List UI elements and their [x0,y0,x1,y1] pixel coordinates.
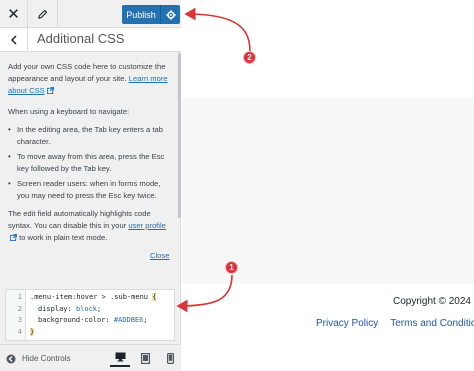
line-number: 2 [17,304,22,313]
copyright-text: Copyright © 2024 [393,296,471,307]
user-profile-link[interactable]: user profile [128,221,166,230]
annotation-badge-1: 1 [225,261,238,274]
css-value: #ADDBE6 [113,316,144,324]
external-link-icon [46,87,54,94]
footer-links: Privacy Policy Terms and Conditions [316,318,474,329]
preview-desktop-button[interactable] [110,349,130,367]
mobile-icon [166,352,174,364]
hide-controls-icon [6,354,16,363]
desktop-icon [115,352,125,362]
customizer-footer: Hide Controls [0,344,181,371]
sidebar-scrollbar[interactable] [178,53,181,218]
publish-control: Publish [122,5,180,24]
bullet-dot: • [8,125,11,134]
edit-shortcut-button[interactable] [28,0,58,28]
semicolon: ; [143,316,148,324]
css-property: display: [38,304,76,313]
line-number: 3 [17,316,22,324]
back-button[interactable] [0,28,28,52]
semicolon: ; [97,304,102,313]
css-code-editor[interactable]: 1 2 3 4 .menu-item:hover > .sub-menu { d… [5,289,175,341]
chevron-left-icon [10,35,17,45]
publish-button[interactable]: Publish [122,5,160,24]
code-line-3: background-color: #ADDBE6; [38,315,148,327]
intro-paragraph: Add your own CSS code here to customize … [8,61,174,97]
close-customizer-button[interactable]: ✕ [0,0,28,28]
bullet-dot: • [8,152,11,161]
customizer-header: ✕ Publish [0,0,181,28]
keyboard-heading: When using a keyboard to navigate: [8,107,130,116]
pencil-icon [38,9,48,19]
terms-link[interactable]: Terms and Conditions [390,318,474,329]
preview-mobile-button[interactable] [160,349,180,367]
close-description-link[interactable]: Close [150,251,169,260]
code-line-1: .menu-item:hover > .sub-menu { [30,292,157,304]
css-value: block [75,304,98,313]
annotation-badge-2: 2 [243,51,256,64]
highlight-text-end: to work in plain text mode. [17,233,108,242]
bullet-dot: • [8,179,11,188]
description-area: Add your own CSS code here to customize … [0,53,178,275]
open-brace: { [152,293,157,301]
close-icon: ✕ [7,6,20,23]
hide-controls-button[interactable]: Hide Controls [6,351,70,366]
css-selector: .menu-item:hover > .sub-menu [30,293,153,301]
keyboard-tip-3: Screen reader users: when in forms mode,… [17,179,161,200]
privacy-policy-link[interactable]: Privacy Policy [316,318,378,329]
syntax-highlight-paragraph: The edit field automatically highlights … [8,208,174,244]
line-number: 1 [17,293,22,301]
close-brace: } [30,327,35,336]
code-line-4: } [30,327,35,339]
line-number: 4 [17,327,22,336]
external-link-icon [10,234,17,241]
css-property: background-color: [38,316,114,324]
hide-controls-label: Hide Controls [22,354,71,363]
code-line-2: display: block; [38,304,101,316]
preview-tablet-button[interactable] [135,349,155,367]
site-preview: Copyright © 2024 Privacy Policy Terms an… [182,0,474,371]
tablet-icon [140,352,150,364]
keyboard-tip-1: In the editing area, the Tab key enters … [17,125,163,146]
section-title: Additional CSS [37,31,125,46]
customizer-sidebar: ✕ Publish Additional CSS Add your own CS… [0,0,181,371]
section-header: Additional CSS [0,28,181,52]
line-number-gutter: 1 2 3 4 [6,290,26,340]
gear-icon [165,9,176,20]
publish-settings-button[interactable] [160,5,180,24]
keyboard-tip-2: To move away from this area, press the E… [17,152,165,173]
preview-content-band [182,98,474,284]
